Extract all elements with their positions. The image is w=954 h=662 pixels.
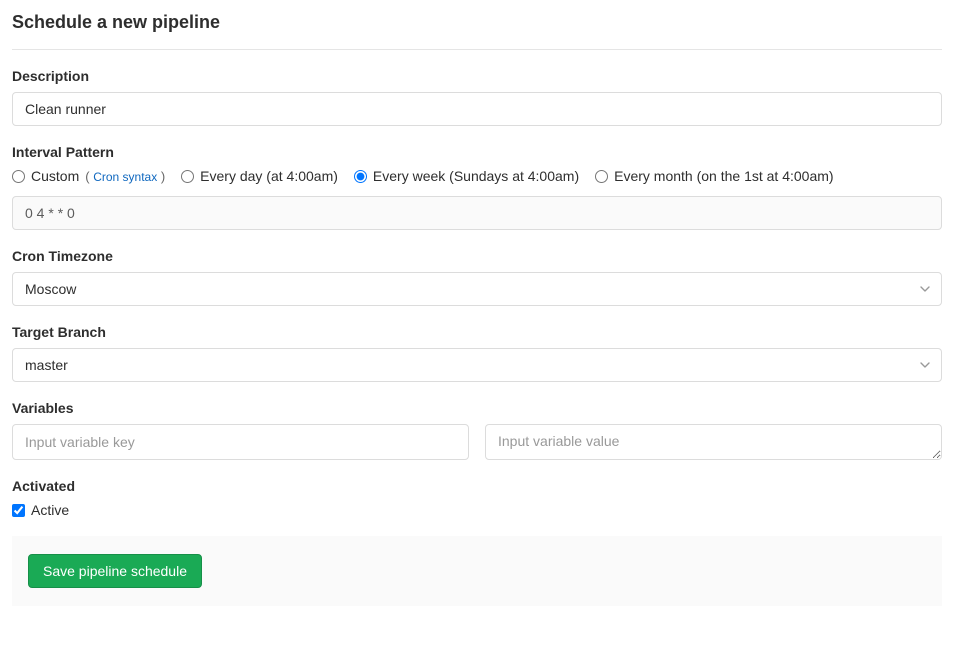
description-label: Description (12, 68, 942, 84)
variable-key-input[interactable] (12, 424, 469, 460)
interval-option-monthly[interactable]: Every month (on the 1st at 4:00am) (595, 168, 833, 184)
description-group: Description (12, 68, 942, 126)
variables-label: Variables (12, 400, 942, 416)
branch-label: Target Branch (12, 324, 942, 340)
description-input[interactable] (12, 92, 942, 126)
form-footer: Save pipeline schedule (12, 536, 942, 606)
branch-select-wrap[interactable] (12, 348, 942, 382)
active-checkbox-label: Active (31, 502, 69, 518)
activated-group: Activated Active (12, 478, 942, 518)
interval-daily-label: Every day (at 4:00am) (200, 168, 338, 184)
activated-label: Activated (12, 478, 942, 494)
cron-expression-input[interactable] (12, 196, 942, 230)
interval-group: Interval Pattern Custom ( Cron syntax ) … (12, 144, 942, 230)
variables-group: Variables (12, 400, 942, 460)
page-title: Schedule a new pipeline (12, 12, 942, 50)
interval-label: Interval Pattern (12, 144, 942, 160)
timezone-label: Cron Timezone (12, 248, 942, 264)
interval-option-custom[interactable]: Custom ( Cron syntax ) (12, 168, 165, 184)
timezone-select[interactable] (12, 272, 942, 306)
active-checkbox[interactable] (12, 504, 25, 517)
variable-value-input[interactable] (485, 424, 942, 460)
branch-select[interactable] (12, 348, 942, 382)
interval-radio-custom[interactable] (12, 170, 25, 183)
save-button[interactable]: Save pipeline schedule (28, 554, 202, 588)
cron-syntax-link[interactable]: Cron syntax (93, 170, 157, 184)
interval-radio-daily[interactable] (181, 170, 194, 183)
interval-radio-weekly[interactable] (354, 170, 367, 183)
variables-row (12, 424, 942, 460)
branch-group: Target Branch (12, 324, 942, 382)
interval-custom-label: Custom (31, 168, 79, 184)
interval-radio-row: Custom ( Cron syntax ) Every day (at 4:0… (12, 168, 942, 184)
timezone-select-wrap[interactable] (12, 272, 942, 306)
interval-option-daily[interactable]: Every day (at 4:00am) (181, 168, 338, 184)
timezone-group: Cron Timezone (12, 248, 942, 306)
interval-monthly-label: Every month (on the 1st at 4:00am) (614, 168, 833, 184)
cron-syntax-paren: ( Cron syntax ) (85, 169, 165, 184)
active-checkbox-row[interactable]: Active (12, 502, 942, 518)
interval-radio-monthly[interactable] (595, 170, 608, 183)
interval-option-weekly[interactable]: Every week (Sundays at 4:00am) (354, 168, 579, 184)
interval-weekly-label: Every week (Sundays at 4:00am) (373, 168, 579, 184)
